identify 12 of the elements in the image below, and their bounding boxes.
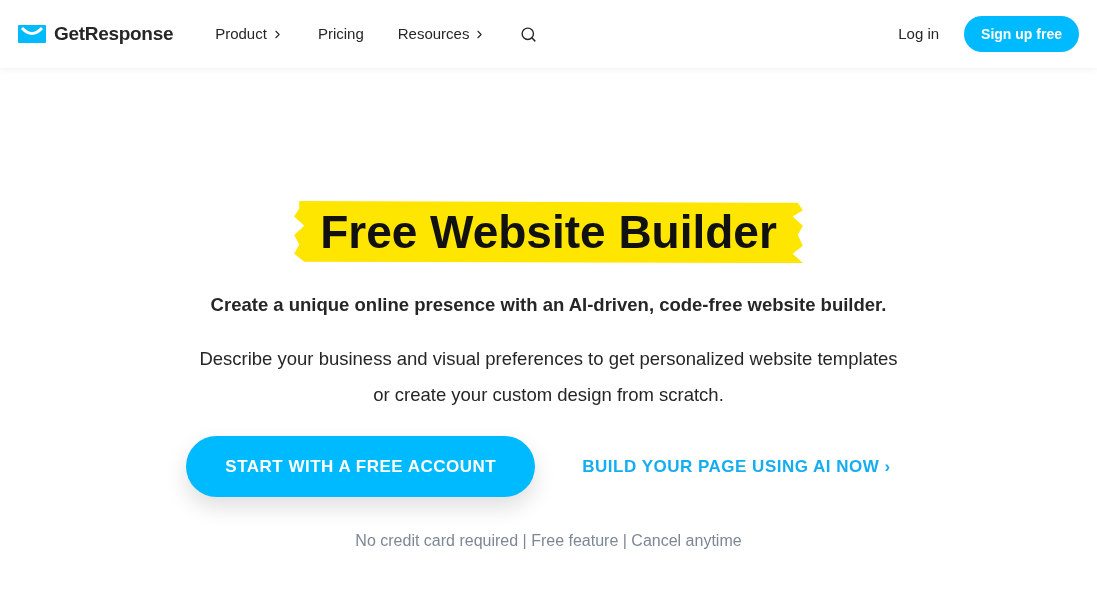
login-link[interactable]: Log in (898, 22, 940, 46)
page-title: Free Website Builder (294, 201, 803, 263)
description-line: or create your custom design from scratch. (373, 382, 724, 407)
subtitle: Create a unique online presence with an AI-driven, code-free website builder. (210, 293, 887, 317)
nav-link[interactable]: Resources (397, 22, 487, 46)
nav-link[interactable]: Product (215, 22, 284, 46)
nav-link[interactable]: Pricing (317, 22, 364, 46)
brand-logo-text[interactable]: GetResponse (54, 19, 174, 49)
disclaimer-note: No credit card required | Free feature | Cancel anytime (355, 530, 742, 551)
envelope-smile-icon (18, 25, 46, 43)
description-line: Describe your business and visual preferences to get personalized website templates (199, 346, 898, 371)
search-icon[interactable] (520, 25, 538, 43)
